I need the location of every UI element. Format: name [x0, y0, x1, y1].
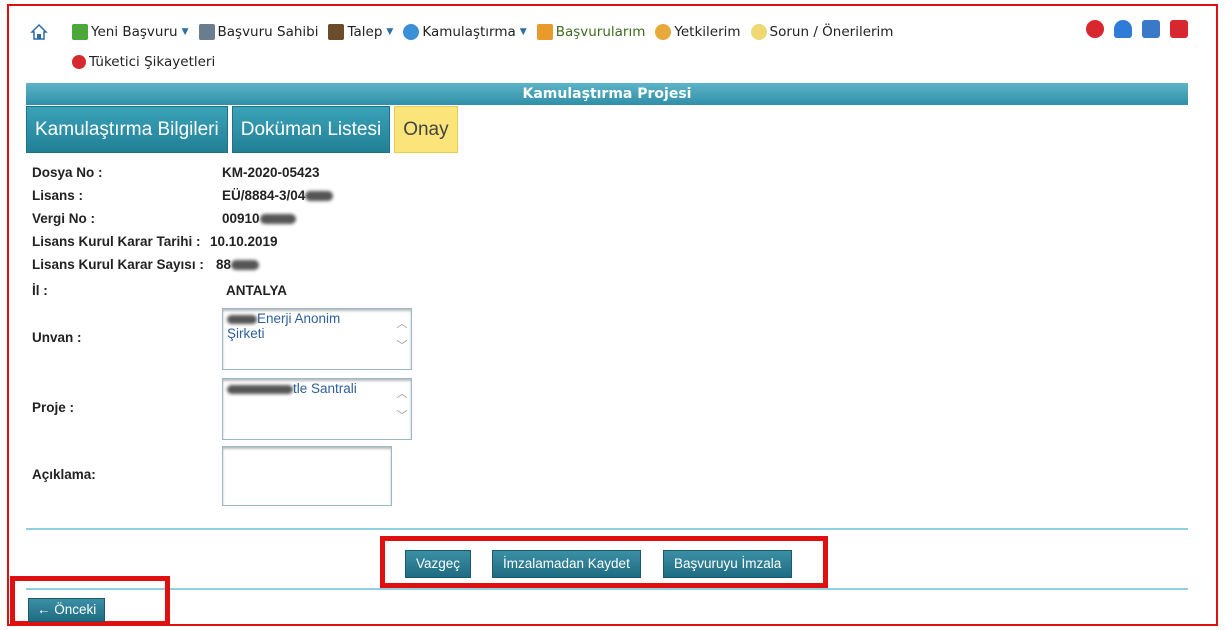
new-application-icon: [72, 24, 88, 40]
page-title: Kamulaştırma Projesi: [26, 83, 1188, 105]
power-off-icon[interactable]: [1170, 20, 1188, 38]
nav-sorun-onerilerim[interactable]: Sorun / Önerilerim: [750, 24, 894, 40]
save-without-sign-button[interactable]: İmzalamadan Kaydet: [492, 550, 641, 578]
tab-onay[interactable]: Onay: [394, 106, 458, 153]
nav-right-icons: [1086, 20, 1188, 38]
nav-label: Başvuru Sahibi: [217, 24, 319, 40]
nav-label: Sorun / Önerilerim: [769, 24, 894, 40]
cancel-button[interactable]: Vazgeç: [405, 550, 472, 578]
unvan-label: Unvan :: [32, 330, 82, 345]
nav-talep[interactable]: Talep ▼: [328, 24, 393, 40]
globe-icon: [403, 24, 420, 40]
top-nav: Yeni Başvuru ▼ Başvuru Sahibi Talep ▼ Ka…: [30, 18, 903, 46]
lisans-label: Lisans :: [32, 188, 84, 203]
nav-label: Yeni Başvuru: [91, 24, 178, 40]
redaction: [231, 260, 260, 271]
nav-label: Talep: [347, 24, 383, 40]
nav-yetkilerim[interactable]: Yetkilerim: [655, 24, 741, 40]
nav-kamulastirma[interactable]: Kamulaştırma ▼: [403, 24, 527, 40]
vergi-no-value: 00910: [222, 211, 296, 226]
chevron-down-icon: ▼: [519, 27, 527, 37]
applications-icon: [536, 24, 553, 40]
proje-label: Proje :: [32, 400, 75, 415]
chevron-down-icon: ▼: [386, 27, 394, 37]
redaction: [227, 384, 293, 394]
help-book-icon[interactable]: [1142, 20, 1160, 38]
divider: [26, 528, 1188, 530]
unvan-field[interactable]: Enerji Anonim Şirketi ︿ ﹀: [222, 308, 412, 370]
nav-label: Yetkilerim: [674, 24, 741, 40]
divider: [26, 588, 1188, 590]
il-value: ANTALYA: [226, 283, 288, 298]
nav-label: Kamulaştırma: [422, 24, 516, 40]
nav-basvuru-sahibi[interactable]: Başvuru Sahibi: [198, 24, 319, 40]
redaction: [305, 191, 334, 202]
karar-sayisi-value: 88: [216, 257, 260, 272]
karar-sayisi-label: Lisans Kurul Karar Sayısı :: [32, 257, 204, 272]
nav-label: Tüketici Şikayetleri: [89, 54, 216, 70]
owner-icon: [198, 24, 215, 40]
proje-field[interactable]: tle Santrali ︿ ﹀: [222, 378, 412, 440]
chevron-down-icon: ▼: [181, 27, 189, 37]
nav-yeni-basvuru[interactable]: Yeni Başvuru ▼: [72, 24, 189, 40]
home-icon[interactable]: [30, 23, 48, 41]
dosya-no-label: Dosya No :: [32, 165, 103, 180]
nav-basvurularim[interactable]: Başvurularım: [536, 24, 646, 40]
alert-phone-icon[interactable]: [1086, 20, 1104, 38]
aciklama-field[interactable]: [222, 446, 392, 506]
nav-label: Başvurularım: [555, 24, 646, 40]
tab-kamulastirma-bilgileri[interactable]: Kamulaştırma Bilgileri: [26, 106, 228, 153]
tab-bar: Kamulaştırma Bilgileri Doküman Listesi O…: [26, 106, 458, 153]
scrollbar[interactable]: ︿ ﹀: [395, 313, 409, 365]
sign-application-button[interactable]: Başvuruyu İmzala: [663, 550, 793, 578]
dosya-no-value: KM-2020-05423: [222, 165, 320, 180]
aciklama-label: Açıklama:: [32, 467, 96, 482]
il-label: İl :: [32, 283, 48, 298]
previous-button[interactable]: ← Önceki: [28, 598, 106, 622]
vergi-no-label: Vergi No :: [32, 211, 96, 226]
redaction: [259, 214, 296, 225]
karar-tarihi-label: Lisans Kurul Karar Tarihi :: [32, 234, 201, 249]
request-icon: [328, 24, 345, 40]
karar-tarihi-value: 10.10.2019: [210, 234, 278, 249]
users-icon: [655, 24, 672, 40]
lisans-value: EÜ/8884-3/04: [222, 188, 334, 203]
complaint-icon: [72, 55, 86, 69]
tab-dokuman-listesi[interactable]: Doküman Listesi: [231, 106, 391, 153]
scrollbar[interactable]: ︿ ﹀: [395, 383, 409, 435]
nav-tuketici-sikayetleri[interactable]: Tüketici Şikayetleri: [72, 54, 215, 70]
redaction: [227, 314, 257, 324]
speech-bubble-icon: [750, 24, 767, 40]
user-profile-icon[interactable]: [1114, 20, 1132, 38]
